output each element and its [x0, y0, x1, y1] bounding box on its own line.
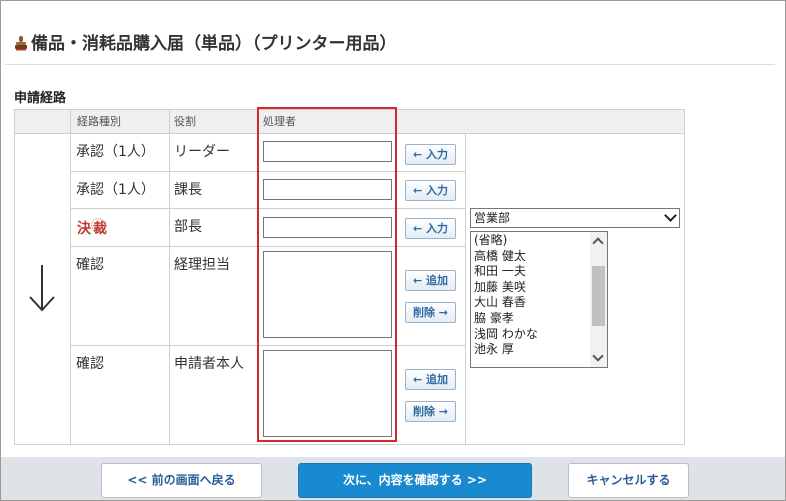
down-arrow-icon	[29, 265, 55, 312]
input-button-leader[interactable]: ← 入力	[405, 144, 456, 165]
header-route-type: 経路種別	[77, 115, 121, 128]
route-type: 確認	[76, 356, 104, 372]
role: 経理担当	[174, 257, 230, 273]
add-button-applicant[interactable]: ← 追加	[405, 369, 456, 390]
grid-line	[70, 208, 466, 209]
cancel-button[interactable]: キャンセルする	[568, 463, 689, 498]
list-item[interactable]: (省略)	[474, 233, 607, 249]
grid-line	[14, 109, 15, 445]
role: 申請者本人	[174, 356, 244, 372]
role: リーダー	[174, 144, 230, 160]
grid-line	[14, 133, 685, 134]
processor-list-applicant[interactable]	[263, 350, 392, 437]
page-title: 備品・消耗品購入届（単品）（プリンター用品）	[13, 29, 397, 54]
list-scrollbar[interactable]	[590, 232, 607, 367]
scroll-down-icon[interactable]	[592, 350, 604, 362]
processor-input-manager[interactable]	[263, 217, 392, 238]
processor-input-leader[interactable]	[263, 141, 392, 162]
grid-line	[14, 109, 685, 110]
grid-line	[70, 171, 466, 172]
delete-button-applicant[interactable]: 削除 →	[405, 401, 456, 422]
section-title: 申請経路	[14, 91, 67, 106]
processor-list-accounting[interactable]	[263, 251, 392, 338]
route-type: 承認（1人）	[76, 144, 155, 160]
processor-input-section-chief[interactable]	[263, 179, 392, 200]
grid-line	[684, 109, 685, 445]
grid-line	[70, 109, 71, 445]
chevron-down-icon	[664, 209, 677, 222]
add-button-accounting[interactable]: ← 追加	[405, 270, 456, 291]
role: 部長	[174, 219, 202, 235]
header-role: 役割	[174, 115, 196, 128]
list-item[interactable]: 和田 一夫	[474, 264, 607, 280]
department-select-value: 営業部	[474, 211, 511, 225]
scroll-up-icon[interactable]	[592, 237, 604, 249]
grid-line	[14, 444, 685, 445]
role: 課長	[174, 182, 202, 198]
input-button-section-chief[interactable]: ← 入力	[405, 180, 456, 201]
grid-line	[465, 133, 466, 445]
list-item[interactable]: 脇 豪孝	[474, 311, 607, 327]
grid-line	[169, 109, 170, 445]
header-processor: 処理者	[263, 115, 296, 128]
scroll-thumb[interactable]	[592, 266, 605, 326]
delete-button-accounting[interactable]: 削除 →	[405, 302, 456, 323]
user-list: (省略) 高橋 健太 和田 一夫 加藤 美咲 大山 春香 脇 豪孝 浅岡 わかな…	[471, 232, 607, 358]
route-type: 承認（1人）	[76, 182, 155, 198]
kessai-seal-mark	[91, 218, 105, 232]
input-button-manager[interactable]: ← 入力	[405, 218, 456, 239]
application-window: 備品・消耗品購入届（単品）（プリンター用品） 申請経路 経路種別 役割 処理者 …	[0, 0, 786, 501]
stamp-icon	[15, 36, 27, 51]
title-divider	[5, 64, 775, 65]
list-item[interactable]: 池永 厚	[474, 342, 607, 358]
back-button[interactable]: << 前の画面へ戻る	[101, 463, 262, 498]
list-item[interactable]: 大山 春香	[474, 295, 607, 311]
grid-line	[70, 345, 466, 346]
list-item[interactable]: 加藤 美咲	[474, 280, 607, 296]
route-type: 確認	[76, 257, 104, 273]
department-select[interactable]: 営業部	[470, 208, 680, 228]
list-item[interactable]: 高橋 健太	[474, 249, 607, 265]
page-title-text: 備品・消耗品購入届（単品）（プリンター用品）	[31, 34, 397, 54]
list-item[interactable]: 浅岡 わかな	[474, 327, 607, 343]
user-listbox[interactable]: (省略) 高橋 健太 和田 一夫 加藤 美咲 大山 春香 脇 豪孝 浅岡 わかな…	[470, 231, 608, 368]
grid-line	[70, 246, 466, 247]
confirm-button[interactable]: 次に、内容を確認する >>	[298, 463, 532, 498]
